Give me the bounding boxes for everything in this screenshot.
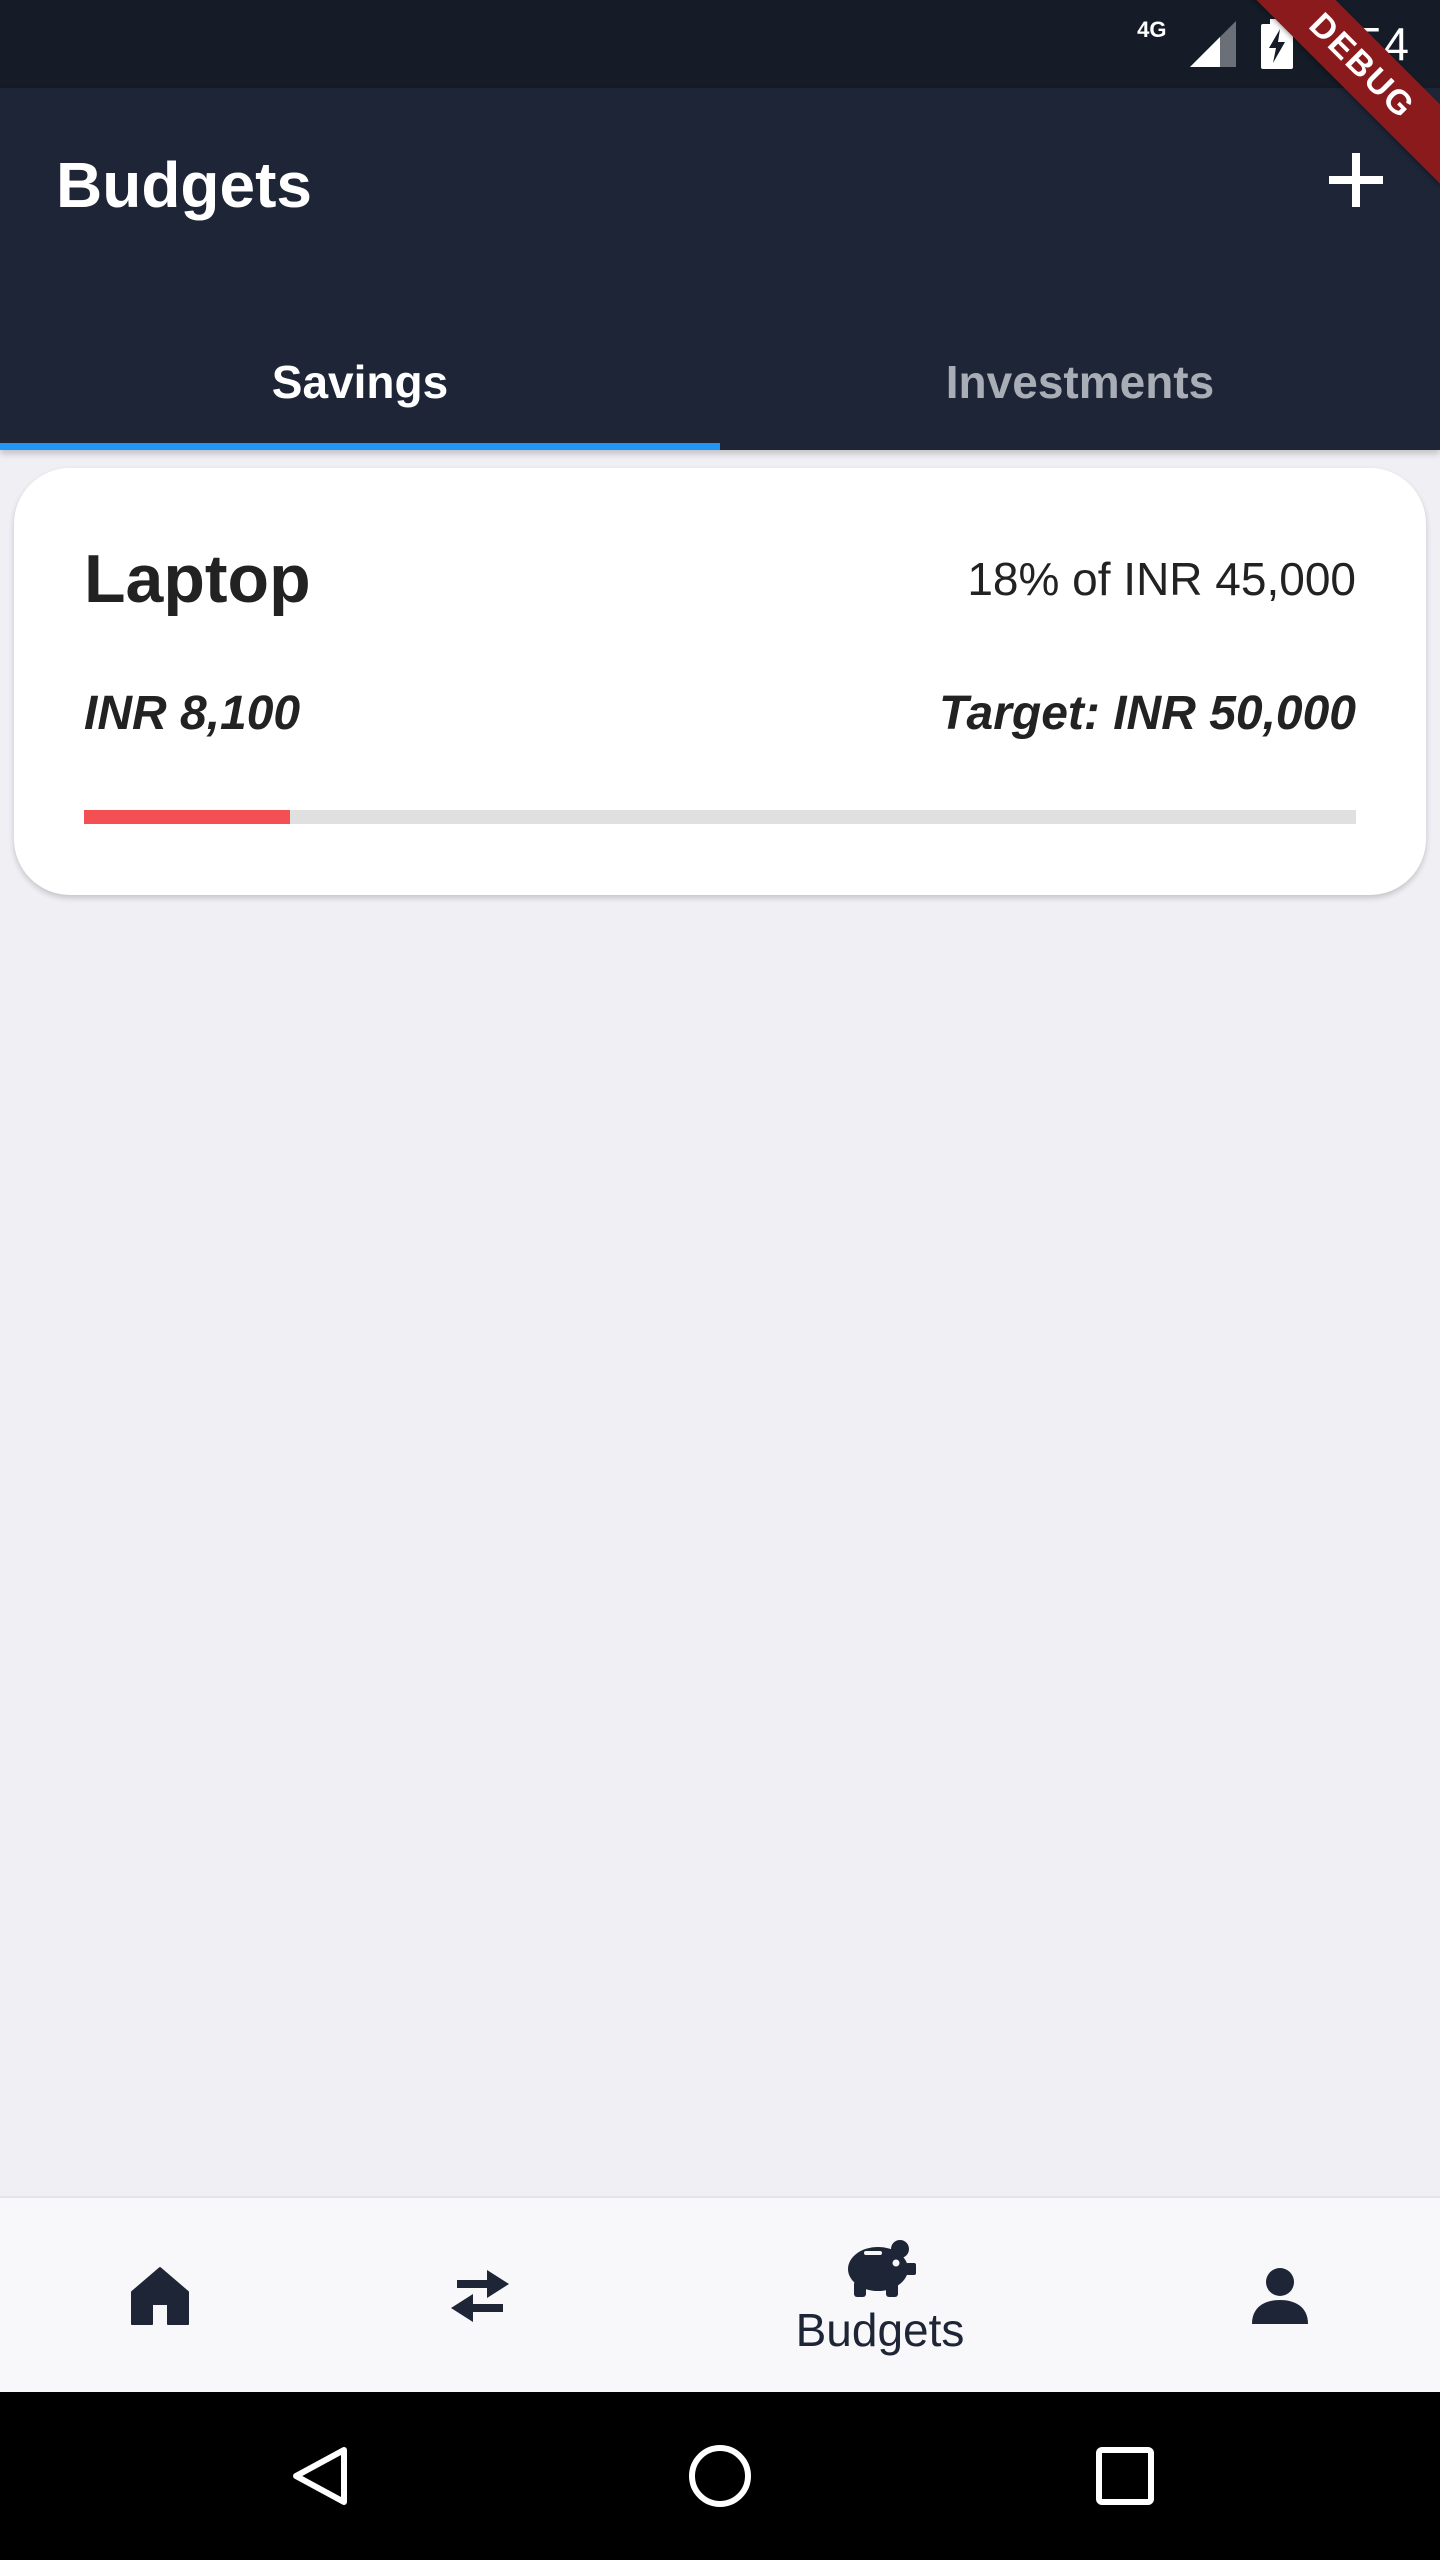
- tab-savings[interactable]: Savings: [0, 314, 720, 450]
- network-type: 4G: [1137, 17, 1167, 42]
- home-button[interactable]: [670, 2392, 770, 2560]
- nav-budgets[interactable]: Budgets: [760, 2198, 1000, 2394]
- system-navigation-bar: [0, 2392, 1440, 2560]
- home-circle-icon: [689, 2445, 751, 2507]
- add-budget-button[interactable]: [1316, 140, 1396, 220]
- budget-title: Laptop: [84, 541, 311, 617]
- page-title: Budgets: [56, 149, 312, 221]
- nav-profile[interactable]: [1220, 2198, 1340, 2394]
- tab-bar: Savings Investments: [0, 314, 1440, 450]
- budget-saved-amount: INR 8,100: [84, 687, 301, 740]
- budget-target: Target: INR 50,000: [938, 687, 1356, 740]
- recents-icon: [1096, 2447, 1154, 2505]
- nav-transactions[interactable]: [420, 2198, 540, 2394]
- swap-arrows-icon: [451, 2270, 509, 2322]
- status-icons: 4G 6:54: [1137, 0, 1410, 88]
- budget-progress-bar: [84, 810, 1356, 824]
- plus-icon: [1329, 153, 1383, 207]
- budget-progress-fill: [84, 810, 291, 824]
- battery-charging-icon: [1261, 19, 1294, 69]
- back-button[interactable]: [270, 2392, 370, 2560]
- tab-investments[interactable]: Investments: [720, 314, 1440, 450]
- recents-button[interactable]: [1075, 2392, 1175, 2560]
- person-icon: [1252, 2268, 1308, 2324]
- nav-budgets-label: Budgets: [795, 2304, 965, 2356]
- nav-home[interactable]: [100, 2198, 220, 2394]
- budget-percent: 18% of INR 45,000: [967, 553, 1356, 605]
- status-bar: 4G 6:54: [0, 0, 1440, 88]
- app-bar: Budgets Savings Investments: [0, 88, 1440, 450]
- piggy-bank-icon: [848, 2240, 916, 2297]
- back-icon: [293, 2447, 347, 2505]
- home-icon: [131, 2267, 189, 2325]
- budget-card[interactable]: Laptop 18% of INR 45,000 INR 8,100 Targe…: [14, 468, 1426, 895]
- clock: 6:54: [1316, 18, 1410, 70]
- bottom-navigation: Budgets: [0, 2196, 1440, 2392]
- signal-icon: [1190, 21, 1237, 67]
